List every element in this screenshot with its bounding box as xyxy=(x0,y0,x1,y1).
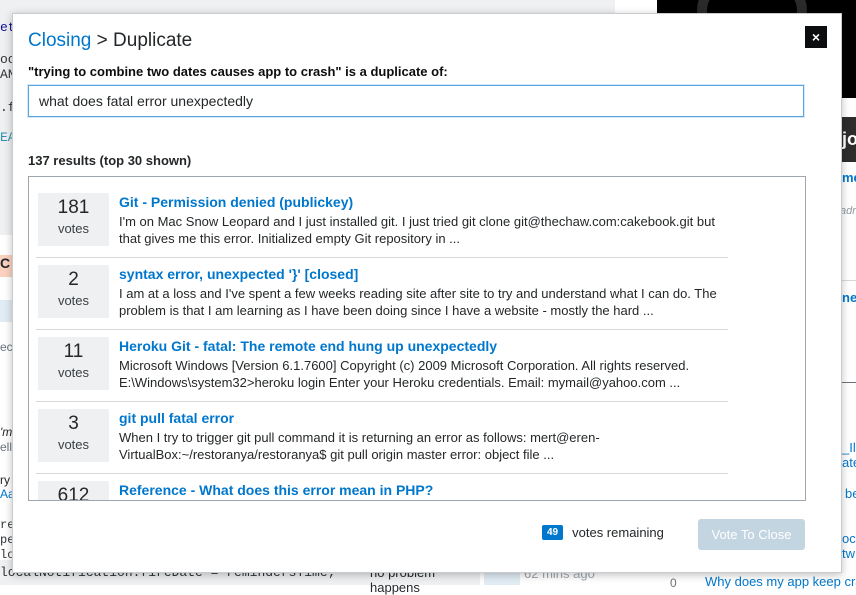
sidebar-link[interactable]: ate xyxy=(842,455,856,470)
close-button[interactable]: × xyxy=(805,26,827,48)
background-text: ry xyxy=(0,473,10,487)
result-item[interactable]: 2 votes syntax error, unexpected '}' [cl… xyxy=(36,257,728,330)
result-title-link[interactable]: git pull fatal error xyxy=(119,410,234,426)
sidebar-link[interactable]: be xyxy=(845,486,856,501)
dialog-title: Closing > Duplicate xyxy=(28,30,192,52)
close-icon: × xyxy=(811,29,821,45)
sidebar-link[interactable]: ne xyxy=(842,290,856,305)
background-text: ec xyxy=(0,340,13,354)
vote-to-close-button[interactable]: Vote To Close xyxy=(698,519,805,550)
sidebar-question-votes: 0 xyxy=(670,576,677,590)
votes-remaining: 49 votes remaining xyxy=(542,525,664,540)
sidebar-link[interactable]: tw xyxy=(842,546,855,561)
vote-count-box: 612 votes xyxy=(38,481,109,501)
vote-count-box: 181 votes xyxy=(38,193,109,246)
result-item[interactable]: 3 votes git pull fatal error When I try … xyxy=(36,401,728,474)
result-item[interactable]: 181 votes Git - Permission denied (publi… xyxy=(36,185,728,258)
tag-text: C xyxy=(0,255,11,271)
sidebar-question-link[interactable]: Why does my app keep cra xyxy=(705,574,856,589)
breadcrumb-closing-link[interactable]: Closing xyxy=(28,30,91,51)
result-item[interactable]: 612 votes Reference - What does this err… xyxy=(36,473,728,501)
sidebar-meta: adr xyxy=(840,205,856,217)
votes-label: votes xyxy=(57,221,90,236)
result-title-link[interactable]: Heroku Git - fatal: The remote end hung … xyxy=(119,338,497,354)
close-duplicate-dialog: Closing > Duplicate × "trying to combine… xyxy=(12,13,842,573)
result-excerpt: When I try to trigger git pull command i… xyxy=(119,430,600,462)
sidebar-link[interactable]: _Il xyxy=(842,440,856,455)
vote-count: 181 xyxy=(57,197,90,218)
breadcrumb-separator: > xyxy=(91,30,114,51)
results-count: 137 results (top 30 shown) xyxy=(28,153,192,168)
vote-count: 3 xyxy=(68,413,79,434)
votes-label: votes xyxy=(57,293,90,308)
result-title-link[interactable]: Git - Permission denied (publickey) xyxy=(119,194,353,210)
result-excerpt: I am at a loss and I've spent a few week… xyxy=(119,286,717,318)
vote-count: 11 xyxy=(63,341,84,362)
vote-count-box: 11 votes xyxy=(38,337,109,390)
vote-count-box: 2 votes xyxy=(38,265,109,318)
background-text: 'm xyxy=(0,425,13,439)
result-excerpt: I'm on Mac Snow Leopard and I just insta… xyxy=(119,214,715,246)
duplicate-search-input[interactable] xyxy=(28,85,804,117)
sidebar-link[interactable]: me xyxy=(842,170,856,185)
votes-label: votes xyxy=(57,437,90,452)
votes-remaining-badge: 49 xyxy=(542,525,564,540)
search-results-list[interactable]: 181 votes Git - Permission denied (publi… xyxy=(28,176,806,501)
votes-remaining-label: votes remaining xyxy=(572,525,664,540)
result-excerpt: Microsoft Windows [Version 6.1.7600] Cop… xyxy=(119,358,690,390)
vote-count: 612 xyxy=(57,485,90,501)
background-code-block xyxy=(0,0,615,14)
breadcrumb-current: Duplicate xyxy=(113,30,193,51)
vote-count: 2 xyxy=(68,269,79,290)
result-item[interactable]: 11 votes Heroku Git - fatal: The remote … xyxy=(36,329,728,402)
sidebar-header-text: jo xyxy=(842,129,856,149)
votes-label: votes xyxy=(57,365,90,380)
result-title-link[interactable]: syntax error, unexpected '}' [closed] xyxy=(119,266,358,282)
duplicate-of-label: "trying to combine two dates causes app … xyxy=(28,64,448,79)
vote-count-box: 3 votes xyxy=(38,409,109,462)
result-title-link[interactable]: Reference - What does this error mean in… xyxy=(119,482,433,498)
sidebar-link[interactable]: oca xyxy=(842,531,856,546)
